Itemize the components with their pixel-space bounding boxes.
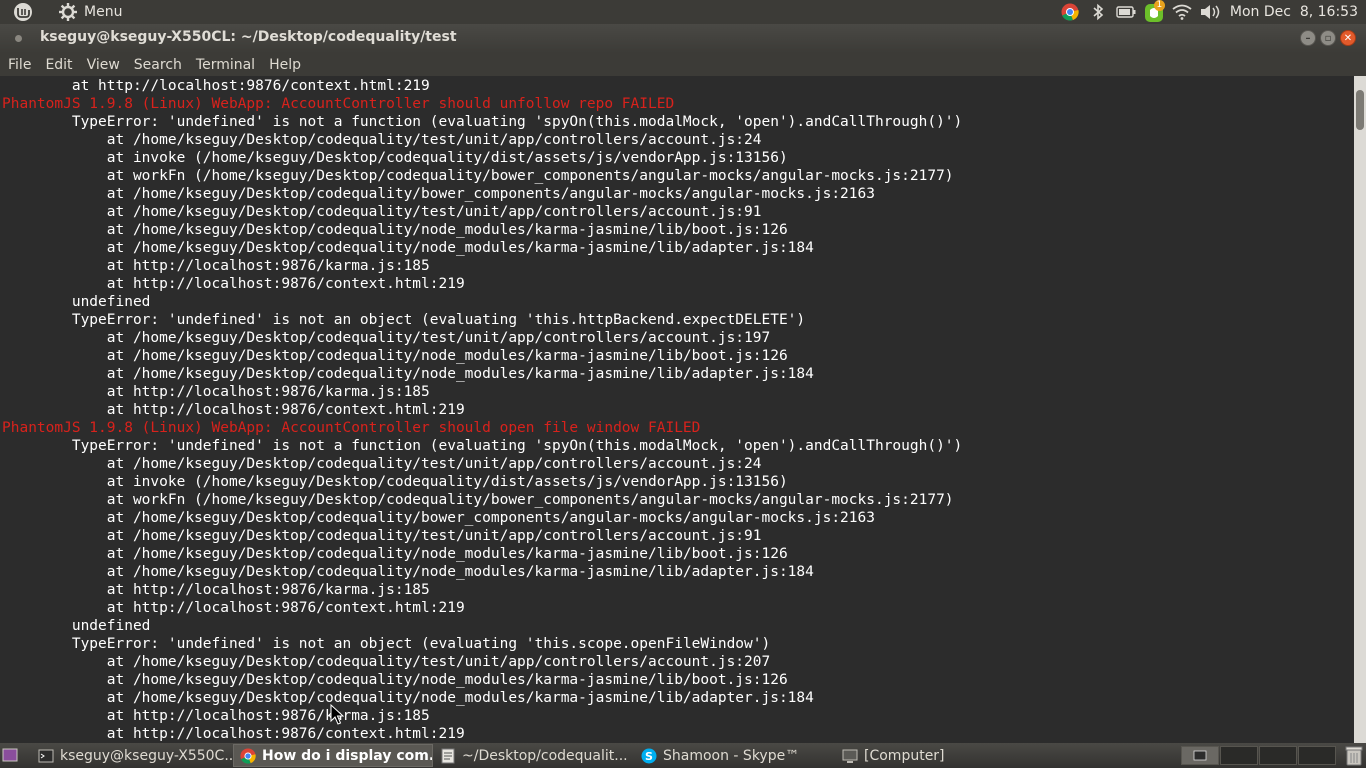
- terminal-line: at invoke (/home/kseguy/Desktop/codequal…: [2, 474, 788, 490]
- notification-badge: 1: [1153, 0, 1165, 11]
- terminal-line: at /home/kseguy/Desktop/codequality/bowe…: [2, 186, 875, 202]
- terminal-line: at http://localhost:9876/karma.js:185: [2, 582, 430, 598]
- terminal-line: at /home/kseguy/Desktop/codequality/node…: [2, 366, 814, 382]
- terminal-line: at /home/kseguy/Desktop/codequality/test…: [2, 654, 771, 670]
- update-notification-icon[interactable]: 1: [1144, 0, 1165, 22]
- terminal-line: at /home/kseguy/Desktop/codequality/test…: [2, 204, 762, 220]
- task-label: Shamoon - Skype™: [663, 747, 800, 764]
- trash-icon[interactable]: [1344, 745, 1364, 766]
- terminal-line: TypeError: 'undefined' is not an object …: [2, 312, 806, 328]
- maximize-button[interactable]: ▫: [1320, 30, 1336, 46]
- gear-icon: [59, 3, 77, 21]
- system-tray: 1 Mon Dec 8, 16:53: [1060, 0, 1358, 24]
- mint-logo-icon[interactable]: [12, 2, 34, 22]
- mouse-cursor-icon: [330, 704, 344, 725]
- bottom-panel: kseguy@kseguy-X550C... How do i display …: [0, 743, 1366, 768]
- top-panel: Menu 1 Mon Dec 8, 16:53: [0, 0, 1366, 24]
- chrome-icon: [240, 747, 256, 764]
- terminal-icon: [38, 749, 54, 762]
- terminal-line: at /home/kseguy/Desktop/codequality/node…: [2, 222, 788, 238]
- scrollbar-thumb[interactable]: [1356, 90, 1364, 130]
- menu-item-terminal[interactable]: Terminal: [196, 57, 263, 73]
- menu-bar: File Edit View Search Terminal Help: [0, 53, 1366, 76]
- minimize-icon: –: [1305, 32, 1311, 44]
- task-file-manager[interactable]: [Computer]: [836, 744, 1036, 767]
- workspace-1[interactable]: [1181, 746, 1219, 765]
- menu-item-view[interactable]: View: [87, 57, 128, 73]
- task-terminal[interactable]: kseguy@kseguy-X550C...: [32, 744, 232, 767]
- menu-item-search[interactable]: Search: [134, 57, 190, 73]
- terminal-line: at http://localhost:9876/context.html:21…: [2, 726, 465, 742]
- menu-item-file[interactable]: File: [8, 57, 39, 73]
- task-chrome[interactable]: How do i display com...: [233, 744, 433, 767]
- menu-item-help[interactable]: Help: [269, 57, 309, 73]
- terminal-line: at /home/kseguy/Desktop/codequality/node…: [2, 564, 814, 580]
- menu-label: Menu: [84, 4, 123, 20]
- task-label: [Computer]: [864, 747, 945, 764]
- terminal-output[interactable]: at http://localhost:9876/context.html:21…: [0, 76, 1354, 743]
- terminal-line: at /home/kseguy/Desktop/codequality/node…: [2, 348, 788, 364]
- terminal-line: at http://localhost:9876/context.html:21…: [2, 600, 465, 616]
- terminal-line: at http://localhost:9876/karma.js:185: [2, 708, 430, 724]
- close-icon: ✕: [1343, 32, 1353, 44]
- computer-icon: [842, 749, 858, 763]
- skype-icon: S: [641, 748, 657, 763]
- minimize-button[interactable]: –: [1300, 30, 1316, 46]
- svg-text:S: S: [645, 750, 653, 763]
- task-skype[interactable]: S Shamoon - Skype™: [635, 744, 835, 767]
- show-desktop-icon[interactable]: [2, 747, 18, 763]
- terminal-line: at /home/kseguy/Desktop/codequality/test…: [2, 330, 771, 346]
- task-label: kseguy@kseguy-X550C...: [60, 747, 232, 764]
- terminal-line: at http://localhost:9876/karma.js:185: [2, 384, 430, 400]
- task-text-editor[interactable]: ~/Desktop/codequalit...: [434, 744, 634, 767]
- chrome-icon[interactable]: [1060, 2, 1080, 22]
- window-title: kseguy@kseguy-X550CL: ~/Desktop/codequal…: [40, 29, 457, 45]
- terminal-line: at /home/kseguy/Desktop/codequality/node…: [2, 690, 814, 706]
- terminal-line: undefined: [2, 294, 151, 310]
- terminal-line: at http://localhost:9876/context.html:21…: [2, 402, 465, 418]
- wifi-icon[interactable]: [1172, 2, 1192, 22]
- battery-icon[interactable]: [1116, 2, 1136, 22]
- workspace-window-icon: [1193, 750, 1207, 761]
- terminal-line: at /home/kseguy/Desktop/codequality/node…: [2, 546, 788, 562]
- workspace-2[interactable]: [1220, 746, 1258, 765]
- maximize-icon: ▫: [1324, 32, 1332, 44]
- terminal-line: at http://localhost:9876/karma.js:185: [2, 258, 430, 274]
- terminal-error-line: PhantomJS 1.9.8 (Linux) WebApp: AccountC…: [2, 96, 675, 112]
- terminal-line: at /home/kseguy/Desktop/codequality/test…: [2, 528, 762, 544]
- bluetooth-icon[interactable]: [1088, 2, 1108, 22]
- terminal-line: at /home/kseguy/Desktop/codequality/node…: [2, 672, 788, 688]
- terminal-line: at workFn (/home/kseguy/Desktop/codequal…: [2, 168, 954, 184]
- terminal-line: undefined: [2, 618, 151, 634]
- window-controls: – ▫ ✕: [1300, 30, 1356, 46]
- window-title-bar[interactable]: kseguy@kseguy-X550CL: ~/Desktop/codequal…: [0, 24, 1366, 53]
- terminal-line: TypeError: 'undefined' is not a function…: [2, 438, 963, 454]
- terminal-line: at /home/kseguy/Desktop/codequality/test…: [2, 132, 762, 148]
- terminal-line: at http://localhost:9876/context.html:21…: [2, 276, 465, 292]
- terminal-line: at http://localhost:9876/context.html:21…: [2, 78, 430, 94]
- text-editor-icon: [441, 748, 455, 763]
- task-label: ~/Desktop/codequalit...: [462, 747, 628, 764]
- workspace-3[interactable]: [1259, 746, 1297, 765]
- workspace-4[interactable]: [1298, 746, 1336, 765]
- terminal-line: TypeError: 'undefined' is not a function…: [2, 114, 963, 130]
- terminal-error-line: PhantomJS 1.9.8 (Linux) WebApp: AccountC…: [2, 420, 701, 436]
- terminal-line: at workFn (/home/kseguy/Desktop/codequal…: [2, 492, 954, 508]
- terminal-line: at /home/kseguy/Desktop/codequality/bowe…: [2, 510, 875, 526]
- terminal-line: at invoke (/home/kseguy/Desktop/codequal…: [2, 150, 788, 166]
- volume-icon[interactable]: [1200, 2, 1220, 22]
- menu-item-edit[interactable]: Edit: [45, 57, 80, 73]
- task-label: How do i display com...: [262, 747, 433, 764]
- terminal-line: at /home/kseguy/Desktop/codequality/test…: [2, 456, 762, 472]
- close-button[interactable]: ✕: [1340, 30, 1356, 46]
- terminal-line: at /home/kseguy/Desktop/codequality/node…: [2, 240, 814, 256]
- terminal-scrollbar[interactable]: [1354, 76, 1366, 743]
- terminal-lines: at http://localhost:9876/context.html:21…: [2, 77, 1348, 743]
- menu-button[interactable]: Menu: [58, 0, 122, 24]
- clock[interactable]: Mon Dec 8, 16:53: [1230, 4, 1358, 20]
- window-menu-dot-icon[interactable]: [15, 35, 22, 42]
- terminal-line: TypeError: 'undefined' is not an object …: [2, 636, 771, 652]
